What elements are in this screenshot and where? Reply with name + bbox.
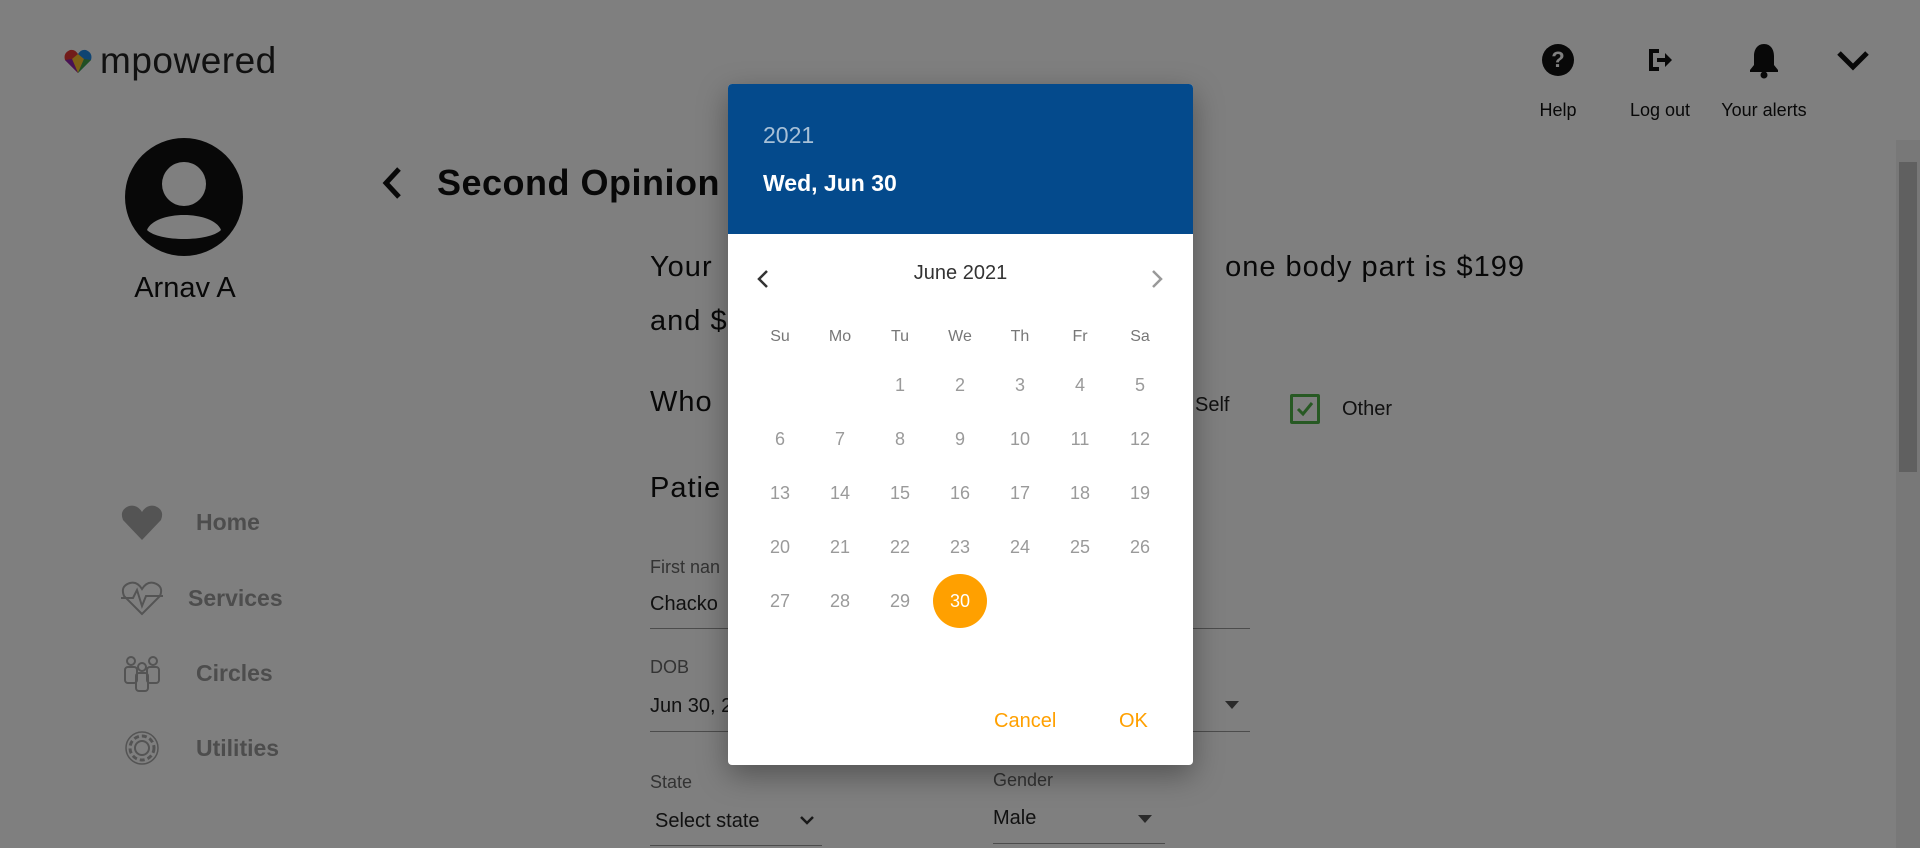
month-label: June 2021 [913,262,1008,284]
weekday-label: Sa [1130,328,1150,345]
calendar-day[interactable]: 29 [873,574,927,628]
calendar-day[interactable]: 13 [753,466,807,520]
calendar-day[interactable]: 3 [993,358,1047,412]
calendar-day[interactable]: 14 [813,466,867,520]
calendar-day[interactable]: 25 [1053,520,1107,574]
weekday-label: We [948,328,972,345]
calendar-day[interactable]: 10 [993,412,1047,466]
calendar-day[interactable]: 11 [1053,412,1107,466]
date-picker-dialog: 2021 Wed, Jun 30 June 2021 Su Mo Tu We Th Fr S… [728,84,1193,765]
cancel-button[interactable]: Cancel [994,710,1056,733]
weekday-label: Fr [1072,328,1088,345]
calendar-day[interactable]: 8 [873,412,927,466]
date-picker-header: 2021 Wed, Jun 30 [728,84,1193,234]
calendar-day[interactable]: 20 [753,520,807,574]
calendar-day[interactable]: 26 [1113,520,1167,574]
calendar-day[interactable]: 4 [1053,358,1107,412]
calendar-day[interactable]: 1 [873,358,927,412]
calendar-day[interactable]: 21 [813,520,867,574]
calendar-day[interactable]: 15 [873,466,927,520]
calendar-day[interactable]: 5 [1113,358,1167,412]
year-selector[interactable]: 2021 [763,122,814,149]
calendar-day[interactable]: 24 [993,520,1047,574]
calendar-day[interactable]: 7 [813,412,867,466]
weekday-label: Tu [890,328,910,345]
calendar-day[interactable]: 19 [1113,466,1167,520]
calendar-day[interactable]: 9 [933,412,987,466]
calendar-day[interactable]: 6 [753,412,807,466]
calendar-day[interactable]: 28 [813,574,867,628]
chevron-right-icon [1152,270,1163,288]
calendar-day[interactable]: 18 [1053,466,1107,520]
calendar-day[interactable]: 12 [1113,412,1167,466]
weekday-label: Th [1010,328,1030,345]
calendar-day[interactable]: 23 [933,520,987,574]
ok-button[interactable]: OK [1119,710,1148,733]
calendar-day[interactable]: 17 [993,466,1047,520]
calendar-day-selected[interactable]: 30 [933,574,987,628]
next-month-button[interactable] [1142,264,1172,294]
calendar-day[interactable]: 22 [873,520,927,574]
calendar-day[interactable]: 27 [753,574,807,628]
calendar-day[interactable]: 16 [933,466,987,520]
calendar-day[interactable]: 2 [933,358,987,412]
weekday-label: Mo [828,328,852,345]
weekday-label: Su [770,328,790,345]
selected-date-display: Wed, Jun 30 [763,170,897,196]
